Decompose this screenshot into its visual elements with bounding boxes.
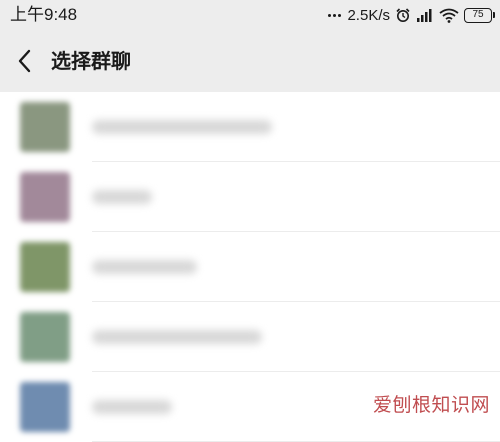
group-name-blurred (92, 400, 172, 414)
chevron-left-icon[interactable] (14, 48, 38, 74)
group-name-blurred (92, 190, 152, 204)
status-time: 上午9:48 (10, 5, 78, 24)
wifi-icon (439, 8, 459, 23)
status-bar: 上午9:48 2.5K/s 75 (0, 0, 500, 30)
watermark-text: 爱刨根知识网 (372, 394, 490, 416)
group-avatar (20, 382, 70, 432)
group-avatar (20, 102, 70, 152)
more-dots-icon (328, 13, 342, 17)
signal-icon (417, 9, 432, 22)
list-item[interactable] (0, 92, 500, 162)
list-item[interactable] (0, 232, 500, 302)
group-avatar (20, 242, 70, 292)
network-speed: 2.5K/s (347, 6, 390, 24)
list-item[interactable] (0, 302, 500, 372)
list-item[interactable] (0, 162, 500, 232)
group-name-blurred (92, 260, 197, 274)
group-avatar (20, 312, 70, 362)
group-name-blurred (92, 330, 262, 344)
status-indicators: 2.5K/s 75 (328, 5, 495, 25)
group-name-blurred (92, 120, 272, 134)
group-list (0, 92, 500, 442)
page-title: 选择群聊 (51, 49, 131, 73)
header-bar: 选择群聊 (0, 30, 500, 92)
battery-icon: 75 (464, 7, 495, 23)
group-avatar (20, 172, 70, 222)
alarm-icon (396, 8, 410, 22)
